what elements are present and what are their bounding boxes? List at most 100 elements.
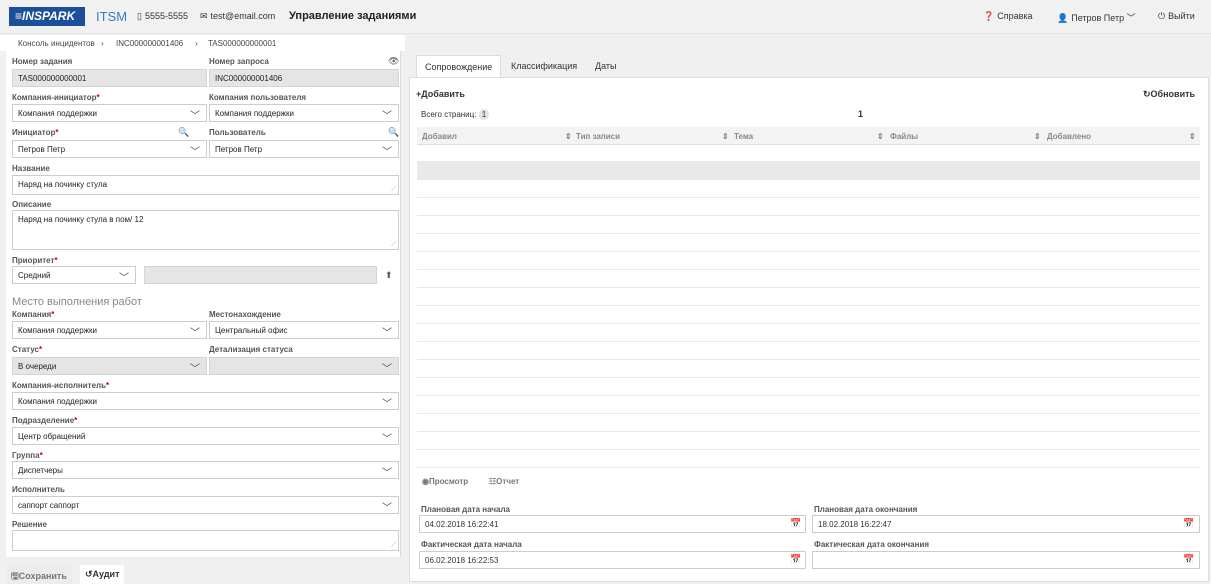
search-icon[interactable]: 🔍 bbox=[388, 127, 399, 138]
table-row[interactable] bbox=[417, 288, 1200, 306]
plan-end-field[interactable]: 18.02.2018 16:22:47 bbox=[812, 515, 1200, 533]
breadcrumb-item[interactable]: INC000000001406 bbox=[116, 39, 183, 48]
sort-icon[interactable]: ⇕ bbox=[1034, 127, 1041, 145]
top-bar: ≡INSPARK ITSM ▯ 5555-5555 ✉ test@email.com… bbox=[0, 0, 1211, 34]
power-icon: ⏻ bbox=[1158, 11, 1166, 21]
calendar-icon[interactable]: 📅 bbox=[1183, 554, 1194, 565]
upload-icon[interactable]: ⬆ bbox=[385, 270, 393, 281]
name-field[interactable]: Наряд на починку стула ⟋ bbox=[12, 175, 399, 195]
sort-icon[interactable]: ⇕ bbox=[1189, 127, 1196, 145]
total-pages-badge: 1 bbox=[478, 109, 490, 120]
user-select[interactable]: Петров Петр ﹀ bbox=[209, 140, 399, 158]
exit-label: Выйти bbox=[1168, 11, 1195, 21]
resize-handle[interactable]: ⟋ bbox=[391, 186, 396, 194]
table-row[interactable] bbox=[417, 306, 1200, 324]
logo-sub: ITSM bbox=[96, 9, 128, 24]
calendar-icon[interactable]: 📅 bbox=[790, 518, 801, 529]
tab-support[interactable]: Сопровождение bbox=[416, 55, 502, 78]
eye-icon[interactable]: 👁 bbox=[388, 56, 399, 67]
table-row[interactable] bbox=[417, 270, 1200, 288]
page-number[interactable]: 1 bbox=[858, 109, 863, 119]
status-select[interactable]: В очереди ﹀ bbox=[12, 357, 207, 375]
executor-select[interactable]: саппорт саппорт ﹀ bbox=[12, 496, 399, 514]
table-row[interactable] bbox=[417, 360, 1200, 378]
help-link[interactable]: ❓ Справка bbox=[983, 11, 1033, 22]
exit-button[interactable]: ⏻ Выйти bbox=[1158, 11, 1195, 22]
description-field[interactable]: Наряд на починку стула в пом/ 12 ⟋ bbox=[12, 210, 399, 250]
task-form: Номер задания TAS000000000001 Номер запр… bbox=[6, 51, 401, 557]
email[interactable]: ✉ test@email.com bbox=[200, 11, 275, 22]
chevron-down-icon: ﹀ bbox=[382, 399, 392, 410]
view-button[interactable]: ◉Просмотр bbox=[422, 477, 468, 486]
table-row[interactable] bbox=[417, 162, 1200, 180]
table-row[interactable] bbox=[417, 324, 1200, 342]
search-icon[interactable]: 🔍 bbox=[178, 127, 189, 138]
location-select[interactable]: Центральный офис ﹀ bbox=[209, 321, 399, 339]
table-row[interactable] bbox=[417, 378, 1200, 396]
column-header[interactable]: Тема bbox=[734, 127, 753, 145]
table-row[interactable] bbox=[417, 396, 1200, 414]
fact-end-field[interactable] bbox=[812, 551, 1200, 569]
column-header[interactable]: Добавлено bbox=[1047, 127, 1091, 145]
table-row[interactable] bbox=[417, 414, 1200, 432]
breadcrumb-item: TAS000000000001 bbox=[208, 39, 277, 48]
table-row[interactable] bbox=[417, 198, 1200, 216]
group-select[interactable]: Диспетчеры ﹀ bbox=[12, 461, 399, 479]
company-label: Компания* bbox=[12, 310, 55, 319]
table-row[interactable] bbox=[417, 432, 1200, 450]
sort-icon[interactable]: ⇕ bbox=[877, 127, 884, 145]
company-executor-select[interactable]: Компания поддержки ﹀ bbox=[12, 392, 399, 410]
request-number-field: INC000000001406 bbox=[209, 69, 399, 87]
fact-start-field[interactable]: 06.02.2018 16:22:53 bbox=[419, 551, 806, 569]
resize-handle[interactable]: ⟋ bbox=[391, 241, 396, 249]
refresh-button[interactable]: ↻Обновить bbox=[1143, 89, 1195, 100]
column-header[interactable]: Добавил bbox=[422, 127, 457, 145]
sort-icon[interactable]: ⇕ bbox=[565, 127, 572, 145]
page-title: Управление заданиями bbox=[289, 10, 417, 22]
save-button[interactable]: 🖫Сохранить bbox=[6, 565, 72, 584]
department-select[interactable]: Центр обращений ﹀ bbox=[12, 427, 399, 445]
add-button[interactable]: +Добавить bbox=[416, 89, 465, 99]
breadcrumb-sep: › bbox=[195, 39, 198, 48]
chevron-down-icon: ﹀ bbox=[1126, 13, 1136, 23]
plan-start-field[interactable]: 04.02.2018 16:22:41 bbox=[419, 515, 806, 533]
priority-select[interactable]: Средний ﹀ bbox=[12, 266, 136, 284]
table-row[interactable] bbox=[417, 234, 1200, 252]
tab-dates[interactable]: Даты bbox=[587, 55, 625, 77]
table-row[interactable] bbox=[417, 450, 1200, 468]
chevron-down-icon: ﹀ bbox=[382, 111, 392, 122]
task-number-label: Номер задания bbox=[12, 57, 73, 66]
company-initiator-select[interactable]: Компания поддержки ﹀ bbox=[12, 104, 207, 122]
chevron-down-icon: ﹀ bbox=[190, 364, 200, 375]
chevron-down-icon: ﹀ bbox=[190, 111, 200, 122]
chevron-down-icon: ﹀ bbox=[190, 147, 200, 158]
fact-end-label: Фактическая дата окончания bbox=[814, 540, 930, 549]
sort-icon[interactable]: ⇕ bbox=[722, 127, 729, 145]
total-pages: Всего страниц: 1 bbox=[421, 109, 490, 120]
resize-handle[interactable]: ⟋ bbox=[391, 542, 396, 550]
table-row[interactable] bbox=[417, 180, 1200, 198]
audit-button[interactable]: ↺Аудит bbox=[80, 565, 125, 584]
table-row[interactable] bbox=[417, 252, 1200, 270]
initiator-select[interactable]: Петров Петр ﹀ bbox=[12, 140, 207, 158]
breadcrumb-sep: › bbox=[101, 39, 104, 48]
company-user-select[interactable]: Компания поддержки ﹀ bbox=[209, 104, 399, 122]
status-detail-select[interactable]: ﹀ bbox=[209, 357, 399, 375]
priority-extra-field bbox=[144, 266, 377, 284]
table-row[interactable] bbox=[417, 342, 1200, 360]
user-label: Пользователь bbox=[209, 128, 266, 137]
report-button[interactable]: ☷Отчет bbox=[489, 477, 519, 486]
tab-classification[interactable]: Классификация bbox=[503, 55, 585, 77]
group-label: Группа* bbox=[12, 451, 43, 460]
column-header[interactable]: Тип записи bbox=[576, 127, 620, 145]
calendar-icon[interactable]: 📅 bbox=[1183, 518, 1194, 529]
logo[interactable]: ≡INSPARK bbox=[9, 7, 85, 26]
solution-field[interactable]: ⟋ bbox=[12, 530, 399, 551]
company-select[interactable]: Компания поддержки ﹀ bbox=[12, 321, 207, 339]
table-row[interactable] bbox=[417, 145, 1200, 162]
table-row[interactable] bbox=[417, 216, 1200, 234]
calendar-icon[interactable]: 📅 bbox=[790, 554, 801, 565]
user-menu[interactable]: 👤 Петров Петр ﹀ bbox=[1057, 11, 1136, 24]
column-header[interactable]: Файлы bbox=[890, 127, 918, 145]
breadcrumb-item[interactable]: Консоль инцидентов bbox=[18, 39, 95, 48]
